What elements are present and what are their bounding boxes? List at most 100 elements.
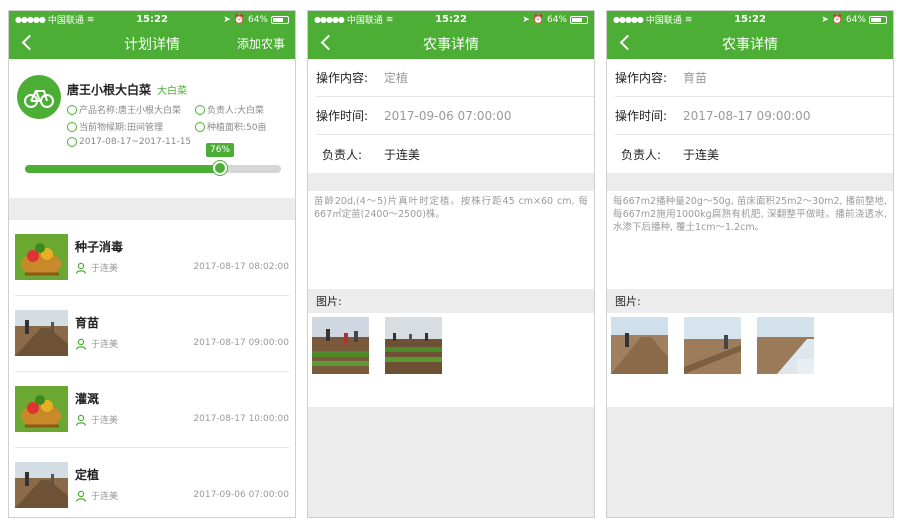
status-bar: ●●●●● 中国联通 ≋ 15:22 ➤ ⏰ 64% xyxy=(308,11,594,28)
back-button[interactable] xyxy=(617,33,637,53)
plan-tag: 大白菜 xyxy=(157,86,187,97)
person-icon xyxy=(75,414,87,426)
task-title: 育苗 xyxy=(75,316,100,330)
clock-icon xyxy=(67,137,77,147)
picture-gallery xyxy=(607,313,893,378)
plan-name: 唐王小根大白菜 xyxy=(67,83,152,97)
pictures-label: 图片: xyxy=(607,289,893,313)
field-photo[interactable] xyxy=(611,317,668,374)
content-row: 操作内容: 育苗 xyxy=(615,59,893,97)
task-time: 2017-09-06 07:00:00 xyxy=(193,490,289,500)
task-list: 种子消毒 于连美 2017-08-17 08:02:00 育苗 于连美 2017-08-1… xyxy=(9,220,295,517)
task-description: 每667m2播种量20g～50g, 苗床面积25m2～30m2, 播前整地, 每… xyxy=(613,196,887,233)
bicycle-icon xyxy=(17,75,61,119)
progress-bar: 76% xyxy=(25,143,281,175)
content-value: 定植 xyxy=(384,71,409,85)
field-photo[interactable] xyxy=(312,317,369,374)
task-thumbnail xyxy=(15,310,68,356)
section-divider xyxy=(308,173,594,191)
location-icon: ➤ xyxy=(522,14,530,25)
field-photo[interactable] xyxy=(757,317,814,374)
picture-gallery xyxy=(308,313,594,378)
battery-icon xyxy=(271,15,289,24)
task-person: 于连美 xyxy=(75,489,118,502)
task-row[interactable]: 种子消毒于连美 2017-08-17 08:02:00 xyxy=(15,220,289,296)
task-description: 苗龄20d,(4～5)片真叶时定植。按株行距45 cm×60 cm, 每667㎡… xyxy=(314,196,588,220)
farm-task-detail-screen: ●●●●● 中国联通 ≋ 15:22 ➤ ⏰ 64% 农事详情 操作内容: 定植 操作时间… xyxy=(307,10,595,518)
alarm-icon: ⏰ xyxy=(831,14,843,25)
nav-bar: 农事详情 xyxy=(308,28,594,59)
page-title: 农事详情 xyxy=(722,36,778,53)
task-title: 定植 xyxy=(75,468,100,482)
time-value: 2017-09-06 07:00:00 xyxy=(384,108,512,123)
section-divider xyxy=(607,173,893,191)
task-thumbnail xyxy=(15,462,68,508)
signal-icon: ●●●●● xyxy=(314,15,345,24)
status-time: 15:22 xyxy=(136,14,168,25)
location-icon: ➤ xyxy=(223,14,231,25)
field-photo[interactable] xyxy=(684,317,741,374)
wifi-icon: ≋ xyxy=(86,14,95,25)
task-time: 2017-08-17 10:00:00 xyxy=(193,414,289,424)
time-value: 2017-08-17 09:00:00 xyxy=(683,108,811,123)
time-row: 操作时间: 2017-09-06 07:00:00 xyxy=(316,97,594,135)
person-row: 负责人: 于连美 xyxy=(322,147,421,162)
field-photo[interactable] xyxy=(385,317,442,374)
signal-icon: ●●●●● xyxy=(613,15,644,24)
task-row[interactable]: 灌溉 于连美 2017-08-17 10:00:00 xyxy=(15,372,289,448)
battery-label: 64% xyxy=(247,14,268,25)
status-bar: ●●●●● 中国联通 ≋ 15:22 ➤ ⏰ 64% xyxy=(9,11,295,28)
nav-bar: 农事详情 xyxy=(607,28,893,59)
task-title: 灌溉 xyxy=(75,392,100,406)
person-icon xyxy=(75,338,87,350)
task-time: 2017-08-17 09:00:00 xyxy=(193,338,289,348)
alarm-icon: ⏰ xyxy=(532,14,544,25)
wifi-icon: ≋ xyxy=(684,14,693,25)
battery-icon xyxy=(869,15,887,24)
leaf-icon xyxy=(67,121,77,132)
battery-icon xyxy=(570,15,588,24)
progress-label: 76% xyxy=(206,143,235,157)
task-thumbnail xyxy=(15,386,68,432)
person-icon xyxy=(75,262,87,274)
empty-area xyxy=(607,407,893,517)
plan-detail-screen: ●●●●● 中国联通 ≋ 15:22 ➤ ⏰ 64% 计划详情 添加农事 唐王小根大白菜… xyxy=(8,10,296,518)
task-time: 2017-08-17 08:02:00 xyxy=(193,262,289,272)
task-title: 种子消毒 xyxy=(75,240,124,254)
carrier-label: 中国联通 xyxy=(47,16,84,26)
progress-fill xyxy=(25,165,220,173)
nav-bar: 计划详情 添加农事 xyxy=(9,28,295,59)
task-row[interactable]: 定植于连美 2017-09-06 07:00:00 xyxy=(15,448,289,517)
progress-knob xyxy=(213,161,227,175)
location-icon: ➤ xyxy=(821,14,829,25)
person-value: 于连美 xyxy=(683,147,720,162)
product-meta: 产品名称:唐王小根大白菜 xyxy=(67,103,181,116)
pictures-label: 图片: xyxy=(308,289,594,313)
task-person: 于连美 xyxy=(75,337,118,350)
section-divider xyxy=(9,198,295,220)
person-icon xyxy=(195,104,205,115)
person-icon xyxy=(75,490,87,502)
plan-header: 唐王小根大白菜 大白菜 产品名称:唐王小根大白菜 负责人:大白菜 当前物候期:田… xyxy=(9,59,295,199)
grape-icon xyxy=(67,104,77,115)
alarm-icon: ⏰ xyxy=(233,14,245,25)
page-title: 农事详情 xyxy=(423,36,479,53)
task-person: 于连美 xyxy=(75,261,118,274)
status-bar: ●●●●● 中国联通 ≋ 15:22 ➤ ⏰ 64% xyxy=(607,11,893,28)
back-button[interactable] xyxy=(19,33,39,53)
task-thumbnail xyxy=(15,234,68,280)
content-value: 育苗 xyxy=(683,71,708,85)
empty-area xyxy=(308,407,594,517)
pie-icon xyxy=(195,121,205,132)
back-button[interactable] xyxy=(318,33,338,53)
wifi-icon: ≋ xyxy=(385,14,394,25)
date-meta: 2017-08-17~2017-11-15 xyxy=(67,137,191,147)
owner-meta: 负责人:大白菜 xyxy=(195,103,264,116)
area-meta: 种植面积:50亩 xyxy=(195,120,267,133)
task-row[interactable]: 育苗于连美 2017-08-17 09:00:00 xyxy=(15,296,289,372)
person-value: 于连美 xyxy=(384,147,421,162)
farm-task-detail-screen: ●●●●● 中国联通 ≋ 15:22 ➤ ⏰ 64% 农事详情 操作内容: 育苗 操作时间… xyxy=(606,10,894,518)
add-farm-task-button[interactable]: 添加农事 xyxy=(237,35,285,52)
content-row: 操作内容: 定植 xyxy=(316,59,594,97)
page-title: 计划详情 xyxy=(124,36,180,53)
